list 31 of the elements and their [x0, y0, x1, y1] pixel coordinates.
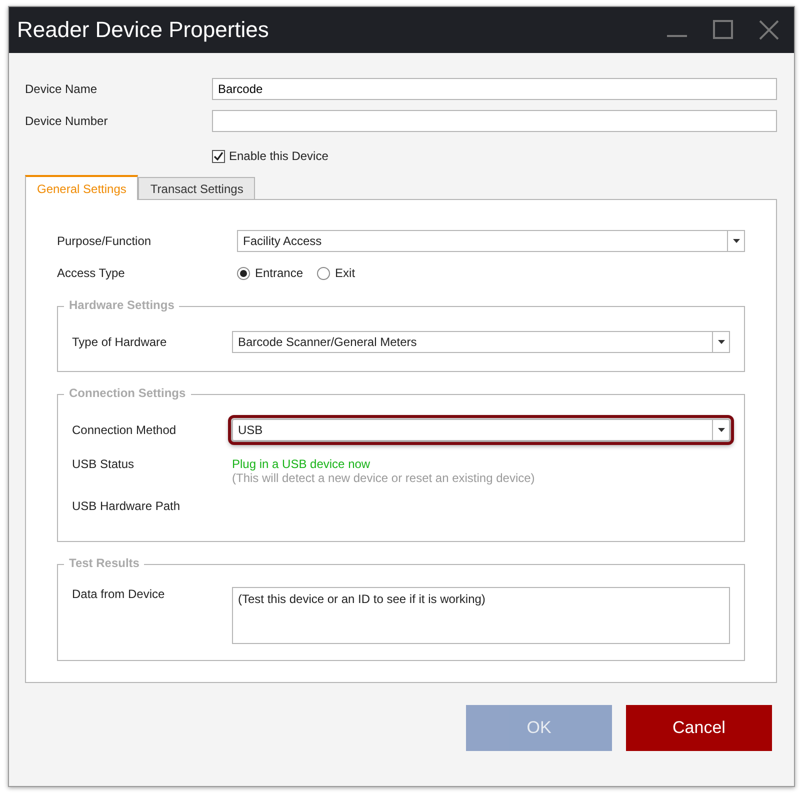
radio-option[interactable]: Exit	[317, 266, 356, 280]
radio-option[interactable]: Entrance	[237, 266, 304, 280]
group-title: Test Results	[64, 556, 144, 570]
dropdown[interactable]: Facility Access	[237, 230, 745, 252]
cancel-button[interactable]: Cancel	[626, 705, 772, 751]
maximize-icon[interactable]	[712, 19, 734, 41]
caret-icon	[732, 239, 740, 243]
input-field[interactable]	[212, 110, 777, 132]
caret-icon	[718, 428, 724, 432]
field-label: Access Type	[57, 266, 126, 280]
field-label: Purpose/Function	[57, 234, 152, 248]
checkbox[interactable]	[212, 150, 225, 162]
input-field[interactable]: Barcode	[212, 78, 777, 100]
field-label: Device Name	[25, 82, 98, 96]
field-label: USB Status	[72, 457, 136, 471]
field-label: USB Hardware Path	[72, 499, 182, 513]
field-label: Data from Device	[72, 587, 166, 601]
close-icon[interactable]	[758, 19, 780, 41]
status-text: Plug in a USB device now	[232, 457, 372, 471]
tab[interactable]: Transact Settings	[138, 177, 256, 199]
field-label: Device Number	[25, 114, 109, 128]
field-label: Type of Hardware	[72, 335, 168, 349]
hint-text: (This will detect a new device or reset an existing device)	[232, 471, 535, 485]
dropdown[interactable]: Barcode Scanner/General Meters	[232, 331, 730, 353]
group-title: Hardware Settings	[64, 298, 180, 312]
group-title: Connection Settings	[64, 386, 191, 400]
field-label: Connection Method	[72, 423, 178, 437]
window-title: Reader Device Properties	[17, 17, 270, 43]
caret-icon	[718, 340, 724, 344]
output-field[interactable]: (Test this device or an ID to see if it is working)	[232, 587, 730, 644]
checkbox-label[interactable]: Enable this Device	[229, 149, 328, 163]
